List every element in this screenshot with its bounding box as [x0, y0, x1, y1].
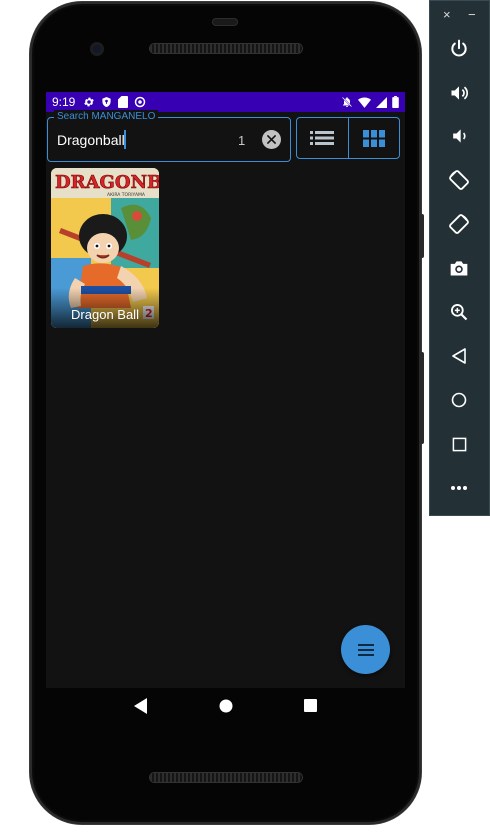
cover-logo: DRAGONBALL: [55, 172, 159, 193]
shield-icon: [101, 96, 112, 108]
camera-icon: [450, 261, 468, 276]
cover-author: AKIRA TORIYAMA: [107, 192, 146, 198]
volume-up-icon: [451, 86, 469, 100]
power-button[interactable]: [446, 36, 472, 62]
device-screen: 9:19 Search MANGANELO Dragonball 1 DRAGO…: [46, 92, 405, 688]
battery-icon: [392, 96, 399, 108]
list-view-button[interactable]: [297, 118, 348, 158]
manga-title: Dragon Ball: [71, 307, 139, 322]
rotate-left-icon: [449, 170, 469, 190]
menu-icon: [357, 643, 374, 656]
more-icon: [451, 486, 467, 490]
sync-icon: [134, 96, 146, 108]
bottom-speaker: [150, 773, 302, 782]
rotate-right-button[interactable]: [446, 211, 472, 237]
text-cursor: [124, 130, 126, 149]
side-button-upper: [420, 214, 424, 258]
home-icon[interactable]: [219, 699, 233, 718]
emulator-close-button[interactable]: ×: [443, 7, 451, 22]
grid-view-icon: [362, 129, 385, 147]
status-bar: 9:19: [46, 92, 405, 112]
emulator-overview-button[interactable]: [446, 431, 472, 457]
screenshot-button[interactable]: [446, 255, 472, 281]
card-title-overlay: Dragon Ball: [51, 288, 159, 328]
home-icon: [451, 392, 467, 408]
system-navigation-bar: [46, 688, 405, 728]
top-sensor: [212, 18, 238, 26]
manga-card[interactable]: DRAGONBALL AKIRA TORIYAMA 2 Dragon Ball: [51, 168, 159, 328]
volume-up-button[interactable]: [446, 80, 472, 106]
emulator-minimize-button[interactable]: −: [468, 7, 476, 22]
close-icon: [267, 135, 276, 144]
notifications-off-icon: [341, 96, 353, 108]
rotate-left-button[interactable]: [446, 167, 472, 193]
menu-fab-button[interactable]: [341, 625, 390, 674]
back-icon: [452, 348, 466, 364]
side-button-lower: [420, 352, 424, 444]
search-field[interactable]: Search MANGANELO Dragonball 1: [47, 110, 291, 162]
result-count: 1: [238, 133, 246, 148]
status-time: 9:19: [52, 95, 76, 109]
volume-down-button[interactable]: [446, 123, 472, 149]
zoom-icon: [451, 304, 468, 321]
signal-icon: [376, 96, 387, 108]
sd-card-icon: [118, 96, 129, 108]
back-icon[interactable]: [133, 697, 148, 719]
overview-icon: [452, 437, 466, 451]
view-mode-toggle: [296, 117, 400, 159]
top-speaker: [150, 44, 302, 53]
more-options-button[interactable]: [446, 475, 472, 501]
wifi-icon: [358, 96, 371, 108]
clear-search-button[interactable]: [262, 130, 281, 149]
front-camera: [90, 42, 104, 56]
emulator-toolbar: × −: [429, 0, 490, 516]
recents-icon[interactable]: [304, 699, 318, 717]
search-field-label: Search MANGANELO: [54, 110, 159, 124]
gear-icon: [83, 96, 95, 108]
emulator-home-button[interactable]: [446, 387, 472, 413]
volume-down-icon: [453, 129, 466, 143]
grid-view-button[interactable]: [347, 118, 399, 158]
search-input[interactable]: Dragonball: [57, 132, 125, 148]
power-icon: [451, 39, 467, 57]
zoom-button[interactable]: [446, 299, 472, 325]
list-view-icon: [310, 131, 335, 145]
rotate-right-icon: [449, 214, 469, 234]
emulator-back-button[interactable]: [446, 343, 472, 369]
